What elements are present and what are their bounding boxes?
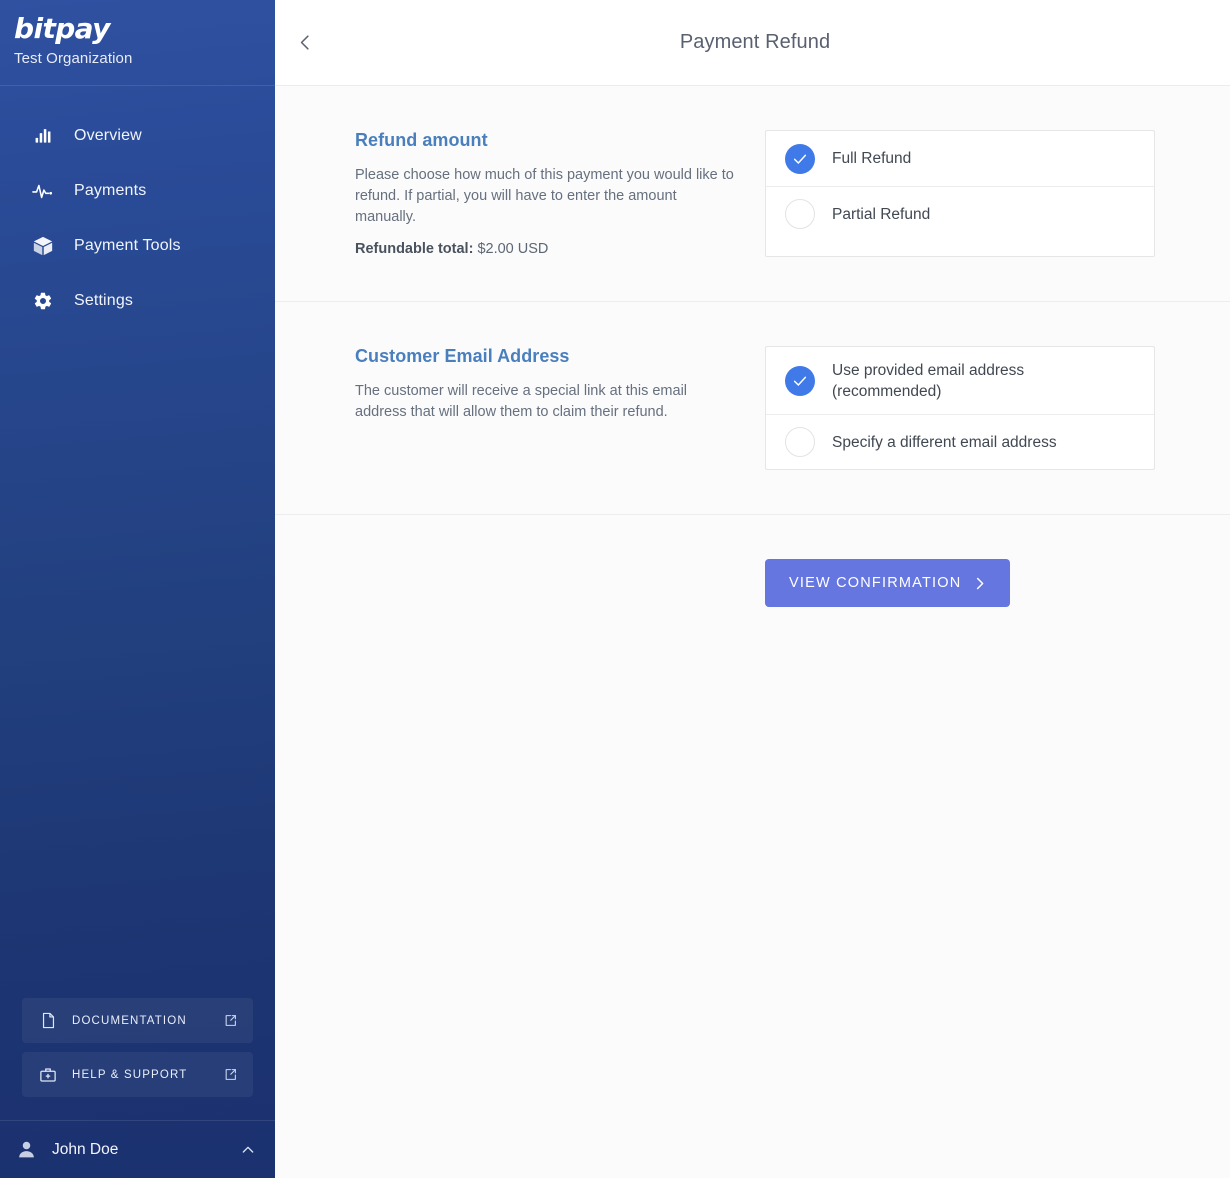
sidebar-item-label: Overview: [74, 126, 142, 144]
activity-pulse-icon: [30, 178, 56, 204]
sidebar-nav: Overview Payments Payment Tools Settings: [0, 108, 275, 998]
option-specify-different-email[interactable]: Specify a different email address: [766, 414, 1154, 469]
bitpay-logo[interactable]: bitpay: [14, 14, 275, 44]
cta-zone: VIEW CONFIRMATION: [275, 515, 1230, 651]
sidebar: bitpay Test Organization Overview Paymen…: [0, 0, 275, 1178]
customer-email-options: Use provided email address (recommended)…: [765, 346, 1155, 470]
cta-spacer: [355, 559, 765, 607]
bar-chart-icon: [30, 123, 56, 149]
user-avatar-icon: [14, 1138, 38, 1162]
view-confirmation-label: VIEW CONFIRMATION: [789, 575, 962, 591]
sidebar-link-help-support[interactable]: HELP & SUPPORT: [22, 1052, 253, 1097]
sidebar-item-payment-tools[interactable]: Payment Tools: [0, 218, 275, 273]
section-title: Refund amount: [355, 130, 488, 150]
radio-selected-check-icon[interactable]: [785, 143, 815, 174]
option-partial-refund[interactable]: Partial Refund: [766, 186, 1154, 241]
sidebar-link-label: DOCUMENTATION: [72, 1014, 187, 1027]
page-title: Payment Refund: [679, 31, 831, 53]
sidebar-item-label: Payment Tools: [74, 236, 181, 254]
document-icon: [38, 1011, 58, 1031]
sidebar-brand: bitpay Test Organization: [0, 0, 275, 86]
sidebar-link-documentation[interactable]: DOCUMENTATION: [22, 998, 253, 1043]
content-body: Refund amount Please choose how much of …: [275, 86, 1230, 1178]
option-full-refund[interactable]: Full Refund: [766, 131, 1154, 186]
chevron-right-icon: [970, 574, 988, 592]
main-content: Payment Refund Refund amount Please choo…: [275, 0, 1230, 1178]
section-description: Please choose how much of this payment y…: [355, 167, 734, 225]
refund-amount-options: Full Refund Partial Refund: [765, 130, 1155, 257]
section-customer-email: Customer Email Address The customer will…: [275, 302, 1230, 515]
sidebar-item-payments[interactable]: Payments: [0, 163, 275, 218]
sidebar-item-overview[interactable]: Overview: [0, 108, 275, 163]
option-label: Use provided email address (recommended): [832, 361, 1025, 400]
refundable-total: Refundable total: $2.00 USD: [355, 241, 737, 257]
box-icon: [30, 233, 56, 259]
sidebar-user-menu[interactable]: John Doe: [0, 1120, 275, 1178]
radio-unselected-icon[interactable]: [785, 427, 815, 457]
section-refund-amount: Refund amount Please choose how much of …: [275, 86, 1230, 302]
option-label: Partial Refund: [832, 205, 931, 223]
section-description-block: Customer Email Address The customer will…: [355, 346, 765, 470]
external-link-icon: [222, 1067, 238, 1083]
option-label: Specify a different email address: [832, 433, 1057, 451]
section-description-block: Refund amount Please choose how much of …: [355, 130, 765, 257]
chevron-up-icon[interactable]: [239, 1141, 257, 1159]
refundable-total-label: Refundable total:: [355, 241, 474, 257]
app-root: bitpay Test Organization Overview Paymen…: [0, 0, 1230, 1178]
section-options-block: Use provided email address (recommended)…: [765, 346, 1155, 470]
first-aid-icon: [38, 1065, 58, 1085]
sidebar-link-label: HELP & SUPPORT: [72, 1068, 188, 1081]
gear-icon: [30, 288, 56, 314]
section-title: Customer Email Address: [355, 346, 570, 366]
section-description: The customer will receive a special link…: [355, 383, 688, 420]
section-options-block: Full Refund Partial Refund: [765, 130, 1155, 257]
chevron-left-icon[interactable]: [285, 23, 325, 63]
sidebar-item-settings[interactable]: Settings: [0, 273, 275, 328]
external-link-icon: [222, 1013, 238, 1029]
radio-unselected-icon[interactable]: [785, 199, 815, 229]
radio-selected-check-icon[interactable]: [785, 365, 815, 396]
page-header: Payment Refund: [275, 0, 1230, 86]
option-label: Full Refund: [832, 150, 912, 167]
organization-name: Test Organization: [14, 50, 133, 67]
user-name: John Doe: [52, 1140, 119, 1158]
refundable-total-value: $2.00 USD: [477, 241, 549, 257]
option-use-provided-email[interactable]: Use provided email address (recommended): [766, 347, 1154, 414]
sidebar-item-label: Payments: [74, 181, 147, 199]
sidebar-links: DOCUMENTATION HELP & SUPPORT: [0, 998, 275, 1120]
sidebar-item-label: Settings: [74, 291, 134, 309]
view-confirmation-button[interactable]: VIEW CONFIRMATION: [765, 559, 1011, 607]
